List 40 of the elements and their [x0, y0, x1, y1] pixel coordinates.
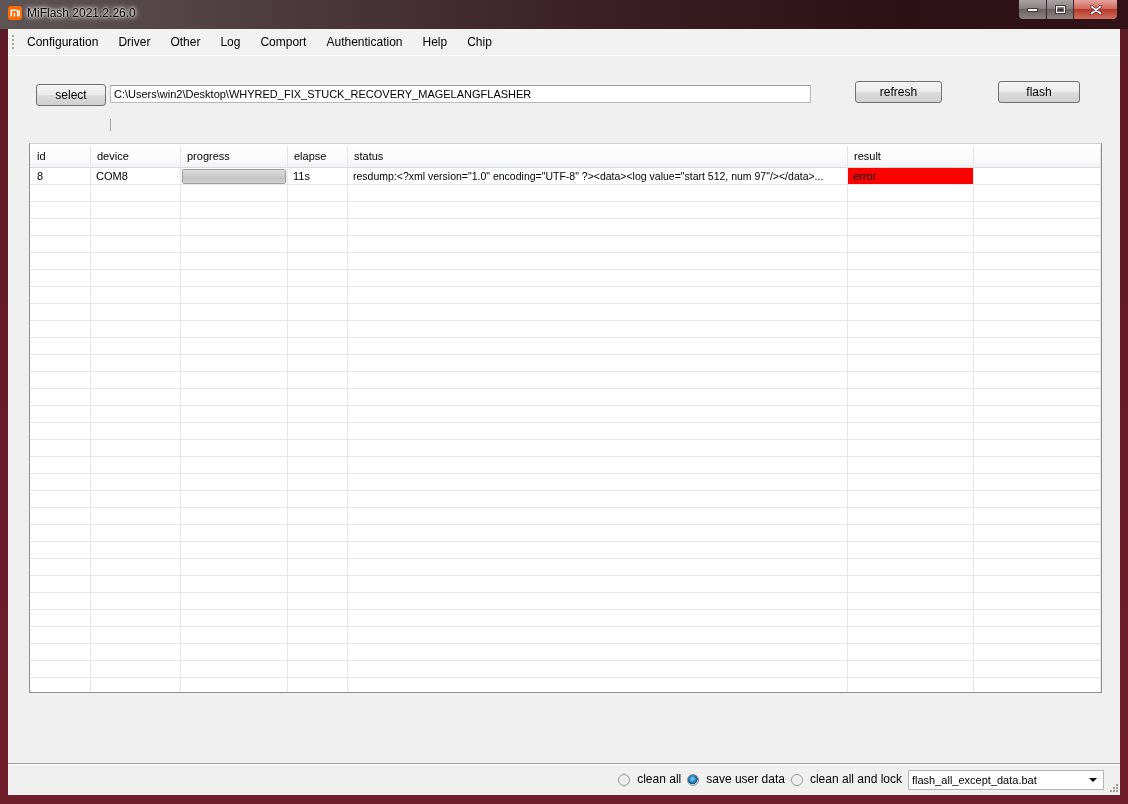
refresh-button[interactable]: refresh: [855, 81, 942, 103]
column-header: progress: [181, 146, 288, 167]
table-cell: error: [848, 168, 974, 184]
menu-item[interactable]: Log: [210, 34, 251, 50]
column-header: status: [348, 146, 848, 167]
table-cell: 11s: [288, 168, 348, 184]
resize-grip-icon: [1109, 783, 1118, 792]
select-button[interactable]: select: [36, 84, 106, 106]
caret-icon: [1089, 777, 1097, 782]
radio-button[interactable]: [618, 773, 631, 786]
window-title: MiFlash 2021.2.26.0: [27, 6, 136, 21]
menu-item[interactable]: Authentication: [316, 34, 413, 50]
column-header: result: [848, 146, 974, 167]
app-logo-icon: [8, 6, 22, 20]
maximize-icon: [1054, 5, 1066, 14]
flash-button[interactable]: flash: [998, 81, 1080, 103]
menu-item[interactable]: Chip: [457, 34, 502, 50]
minimize-button[interactable]: [1019, 0, 1047, 19]
column-header: device: [91, 146, 181, 167]
menu-item[interactable]: Other: [160, 34, 211, 50]
menu-item[interactable]: Driver: [108, 34, 161, 50]
radio-label: clean all and lock: [809, 772, 902, 787]
close-button[interactable]: [1074, 0, 1117, 19]
close-icon: [1089, 4, 1102, 15]
script-dropdown[interactable]: flash_all_except_data.bat: [908, 769, 1104, 790]
radio-label: clean all: [637, 772, 682, 787]
table-cell: COM8: [91, 168, 181, 184]
radio-button[interactable]: [790, 773, 803, 786]
maximize-button[interactable]: [1047, 0, 1074, 19]
table-cell: 8: [30, 168, 91, 184]
column-header: elapse: [288, 146, 348, 167]
path-field[interactable]: C:\Users\win2\Desktop\WHYRED_FIX_STUCK_RECOVERY_MAGELANGFLASHER: [110, 85, 811, 103]
menu-item[interactable]: Help: [412, 34, 458, 50]
column-header: id: [30, 146, 91, 167]
menu-item[interactable]: Comport: [250, 34, 317, 50]
radio-button[interactable]: [687, 773, 700, 786]
drag-grip-icon: [12, 34, 15, 50]
radio-label: save user data: [706, 772, 785, 787]
menu-item[interactable]: Configuration: [17, 34, 109, 50]
minimize-icon: [1027, 7, 1038, 12]
